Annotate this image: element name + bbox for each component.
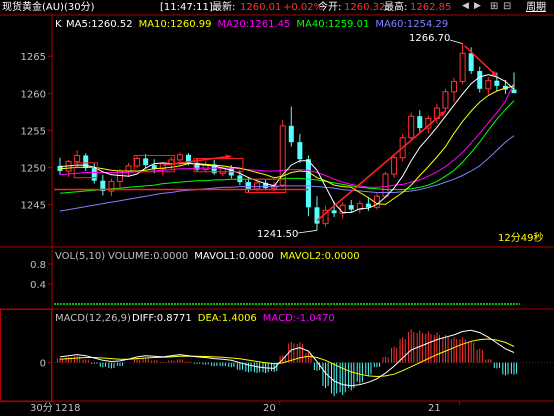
- candle: [288, 125, 294, 143]
- y-tick-label: 1245: [21, 200, 46, 211]
- candle: [254, 182, 261, 190]
- candles-layer: [57, 43, 517, 231]
- countdown-timer: 12分49秒: [498, 233, 544, 244]
- candle: [494, 80, 500, 86]
- candle: [391, 157, 398, 175]
- macd-axis-box: [0, 309, 52, 402]
- candle: [91, 168, 97, 181]
- candle: [468, 53, 474, 72]
- y-tick-label: 0.8: [30, 260, 46, 271]
- x-period-label: 30分: [30, 403, 53, 414]
- low-pointer-line: [297, 229, 318, 234]
- ma-legend-item-4: MA60:1254.29: [375, 19, 449, 30]
- high-pointer-line: [449, 39, 463, 45]
- candle: [485, 80, 492, 90]
- chart-window: 现货黄金(AU)(30分) [11:47:11] 最新: 1260.01 +0.…: [0, 0, 554, 416]
- k-label: K: [55, 19, 62, 30]
- ma-legend-item-0: MA5:1260.52: [66, 19, 133, 30]
- y-tick-label: 0: [40, 359, 46, 370]
- candle: [408, 115, 415, 139]
- ma-legend: MA5:1260.52 MA10:1260.99 MA20:1261.45 MA40:…: [66, 19, 454, 31]
- candle: [459, 52, 466, 82]
- vol-label: VOL(5,10): [55, 251, 106, 262]
- ma-legend-item-1: MA10:1260.99: [138, 19, 212, 30]
- high-annotation: 1266.70: [409, 33, 451, 44]
- chart-canvas: 1265 1260 1255 1250 1245 0.8 0.4 0: [0, 14, 554, 405]
- ma40-line: [59, 100, 515, 194]
- macd-layer: [52, 329, 554, 397]
- x-tick-label: 20: [263, 403, 276, 414]
- ma-legend-item-2: MA20:1261.45: [217, 19, 291, 30]
- candle: [305, 159, 311, 208]
- candle: [176, 154, 183, 161]
- candle: [348, 205, 354, 210]
- candle: [134, 157, 141, 167]
- y-tick-label: 1250: [21, 163, 46, 174]
- vol-legend: VOLUME:0.0000 MAVOL1:0.0000 MAVOL2:0.0000: [108, 251, 366, 263]
- candle: [331, 210, 337, 214]
- y-tick-label: 0.4: [30, 280, 46, 291]
- candle: [477, 71, 483, 89]
- x-tick-label: 21: [428, 403, 441, 414]
- macd-legend-item-0: DIFF:0.8771: [132, 313, 192, 324]
- y-tick-label: 1255: [21, 126, 46, 137]
- vol-legend-item-0: VOLUME:0.0000: [108, 251, 189, 262]
- x-tick-label: 1218: [55, 403, 81, 414]
- ma-legend-item-3: MA40:1259.01: [296, 19, 370, 30]
- candle: [314, 207, 320, 224]
- vol-legend-item-1: MAVOL1:0.0000: [194, 251, 274, 262]
- candle: [74, 154, 81, 162]
- candle: [125, 165, 132, 172]
- vol-legend-item-2: MAVOL2:0.0000: [279, 251, 360, 262]
- candle: [143, 158, 149, 166]
- candle: [297, 142, 303, 160]
- candle: [442, 91, 449, 109]
- candle: [511, 89, 517, 94]
- candle: [365, 203, 371, 208]
- low-annotation: 1241.50: [257, 229, 299, 240]
- macd-legend-item-1: DEA:1.4006: [197, 313, 257, 324]
- y-tick-label: 1260: [21, 89, 46, 100]
- candle: [83, 155, 89, 169]
- macd-legend-item-2: MACD:-1.0470: [262, 313, 335, 324]
- candle: [417, 116, 423, 129]
- macd-legend: DIFF:0.8771 DEA:1.4006 MACD:-1.0470: [132, 313, 341, 325]
- y-tick-label: 1265: [21, 52, 46, 63]
- candle: [245, 182, 251, 189]
- candle: [451, 80, 458, 93]
- macd-label: MACD(12,26,9): [55, 313, 131, 324]
